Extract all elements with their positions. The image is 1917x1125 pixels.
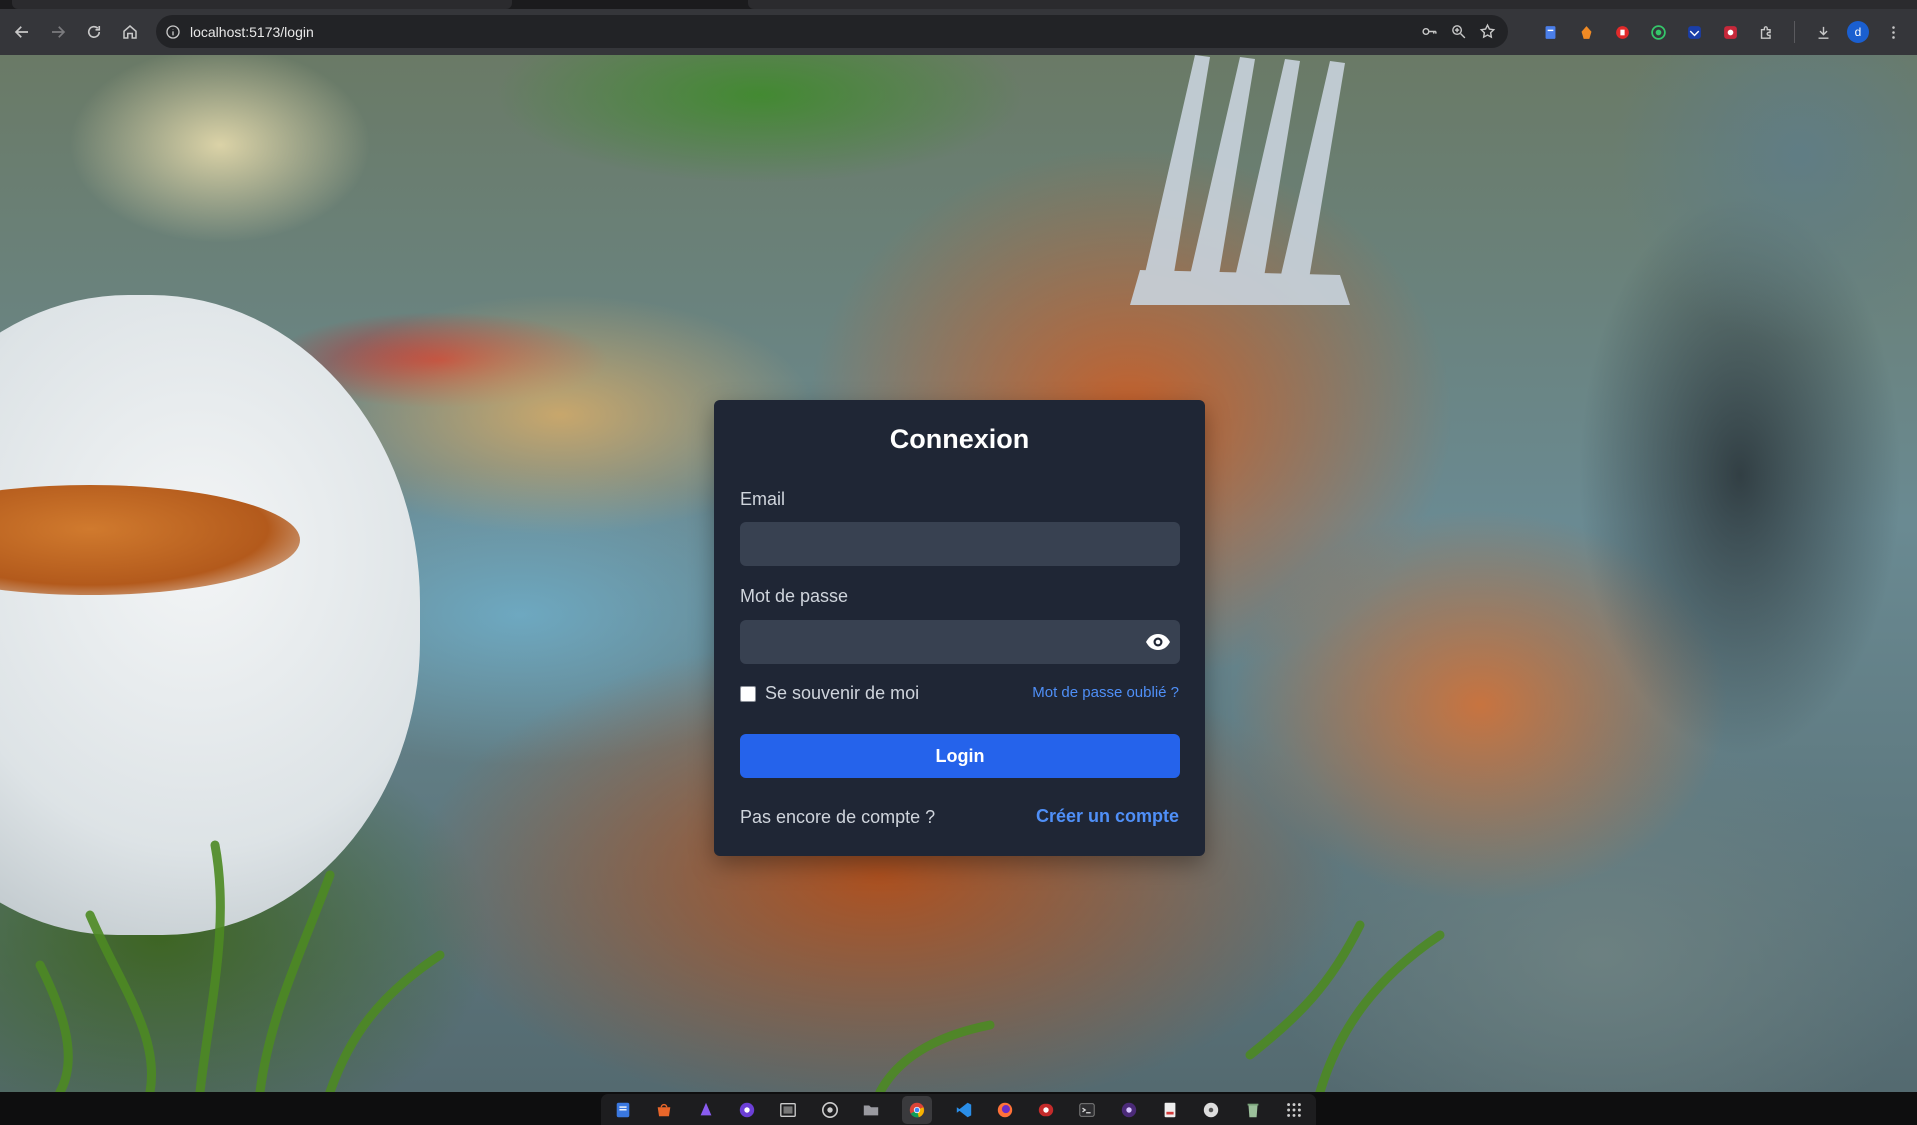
folder-icon[interactable] (861, 1100, 881, 1120)
extension-orange-icon[interactable] (1574, 20, 1598, 44)
home-button[interactable] (112, 14, 148, 50)
toolbar-separator (1794, 21, 1795, 43)
reload-button[interactable] (76, 14, 112, 50)
terminal-icon[interactable] (1077, 1100, 1097, 1120)
recorder-icon[interactable] (1036, 1100, 1056, 1120)
forward-arrow-icon (52, 26, 66, 38)
extension-docs-icon[interactable] (1538, 20, 1562, 44)
show-password-toggle[interactable] (1144, 632, 1172, 652)
remember-me-checkbox[interactable] (740, 685, 756, 702)
app-purple-icon[interactable] (696, 1100, 716, 1120)
kebab-menu-icon[interactable] (1881, 20, 1905, 44)
back-arrow-icon (14, 26, 28, 38)
page-viewport: Connexion Email Mot de passe Se souvenir… (0, 55, 1917, 1092)
profile-avatar[interactable]: d (1847, 21, 1869, 43)
app-grid-icon[interactable] (1284, 1100, 1304, 1120)
zoom-icon[interactable] (1450, 23, 1467, 40)
url-text[interactable]: localhost:5173/login (190, 24, 314, 40)
vscode-icon[interactable] (954, 1100, 974, 1120)
extension-red-icon[interactable] (1610, 20, 1634, 44)
email-field[interactable] (740, 522, 1180, 566)
back-button[interactable] (4, 14, 40, 50)
firefox-icon[interactable] (995, 1100, 1015, 1120)
reload-icon (87, 25, 101, 38)
page-title: Connexion (889, 424, 1030, 454)
browser-tab[interactable] (748, 0, 1917, 9)
password-label: Mot de passe (740, 586, 849, 606)
login-button[interactable]: Login (740, 734, 1180, 778)
app-store-icon[interactable] (654, 1100, 674, 1120)
os-taskbar (0, 1092, 1917, 1125)
download-icon[interactable] (1811, 20, 1835, 44)
screenshot-icon[interactable] (778, 1100, 798, 1120)
forward-button[interactable] (40, 14, 76, 50)
document-viewer-icon[interactable] (1160, 1100, 1180, 1120)
site-info-icon[interactable] (156, 24, 190, 40)
login-card: Connexion Email Mot de passe Se souvenir… (714, 400, 1205, 856)
trash-icon[interactable] (1243, 1100, 1263, 1120)
remember-me[interactable]: Se souvenir de moi (740, 683, 919, 704)
email-label: Email (740, 489, 786, 509)
password-field[interactable] (740, 620, 1180, 664)
key-icon[interactable] (1421, 23, 1438, 40)
fork-shape (1130, 55, 1350, 305)
home-icon (123, 25, 137, 39)
remember-me-label[interactable]: Se souvenir de moi (765, 683, 919, 704)
create-account-link[interactable]: Créer un compte (1036, 806, 1179, 827)
files-doc-icon[interactable] (613, 1100, 633, 1120)
dock (601, 1094, 1316, 1125)
media-icon[interactable] (1119, 1100, 1139, 1120)
extension-blue-icon[interactable] (1682, 20, 1706, 44)
extensions-area: d (1538, 9, 1905, 55)
bookmark-star-icon[interactable] (1479, 23, 1496, 40)
chrome-icon[interactable] (902, 1095, 933, 1124)
extensions-puzzle-icon[interactable] (1754, 20, 1778, 44)
no-account-text: Pas encore de compte ? (740, 807, 936, 827)
address-bar[interactable]: localhost:5173/login (156, 15, 1508, 48)
tab-strip (0, 0, 1917, 9)
settings-disc-icon[interactable] (820, 1100, 840, 1120)
extension-green-icon[interactable] (1646, 20, 1670, 44)
browser-tab[interactable] (12, 0, 512, 9)
forgot-password-link[interactable]: Mot de passe oublié ? (1032, 684, 1179, 701)
eye-icon (1146, 634, 1170, 650)
disc-icon[interactable] (1201, 1100, 1221, 1120)
extension-puzzle-red-icon[interactable] (1718, 20, 1742, 44)
browser-toolbar: localhost:5173/login d (0, 9, 1917, 55)
app-violet-icon[interactable] (737, 1100, 757, 1120)
